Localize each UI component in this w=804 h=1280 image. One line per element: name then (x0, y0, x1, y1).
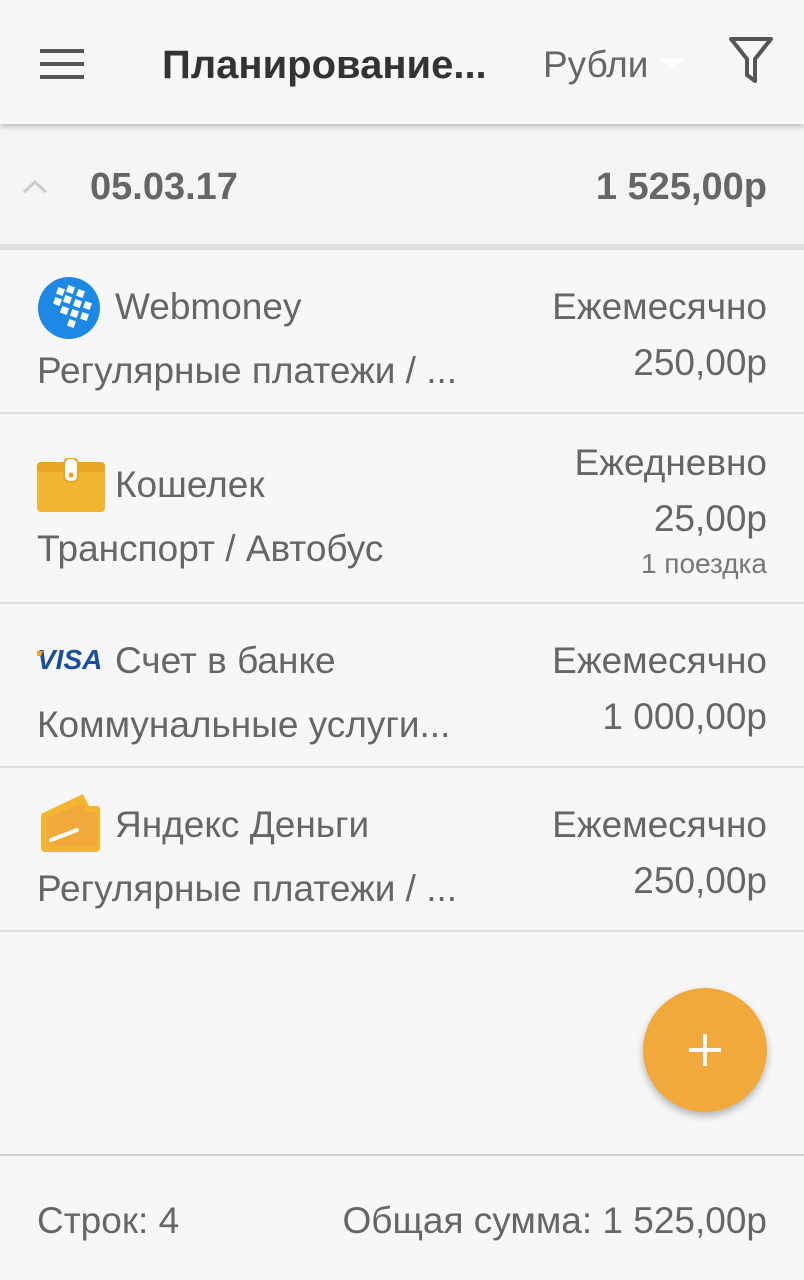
chevron-up-icon[interactable] (20, 172, 50, 202)
list-item[interactable]: Яндекс Деньги Регулярные платежи / ... Е… (0, 768, 804, 932)
svg-text:VISA: VISA (37, 644, 102, 675)
wallet-icon (37, 458, 105, 512)
date-group-header[interactable]: 05.03.17 1 525,00р (0, 128, 804, 250)
category-name: Транспорт / Автобус (37, 528, 384, 569)
trip-count-note: 1 поездка (640, 548, 767, 579)
page-title: Планирование... (162, 43, 487, 87)
currency-selector[interactable]: Рубли (543, 38, 685, 92)
period-label: Ежемесячно (552, 804, 767, 845)
webmoney-icon (38, 277, 100, 339)
amount-value: 1 000,00р (602, 696, 767, 737)
period-label: Ежедневно (574, 442, 767, 483)
account-name: Яндекс Деньги (115, 804, 370, 845)
group-date: 05.03.17 (90, 166, 238, 208)
summary-footer: Строк: 4 Общая сумма: 1 525,00р (0, 1154, 804, 1280)
group-total: 1 525,00р (595, 166, 767, 208)
category-name: Коммунальные услуги... (37, 704, 451, 745)
row-count: Строк: 4 (37, 1200, 180, 1241)
screen: Планирование... Рубли 05.03.17 1 525,00р (0, 0, 804, 1280)
amount-value: 25,00р (653, 498, 767, 539)
category-name: Регулярные платежи / ... (37, 868, 458, 909)
category-name: Регулярные платежи / ... (37, 350, 458, 391)
amount-value: 250,00р (633, 860, 767, 901)
period-label: Ежемесячно (552, 286, 767, 327)
account-name: Счет в банке (115, 640, 336, 681)
hamburger-menu-icon (40, 49, 84, 79)
add-button[interactable] (643, 988, 767, 1112)
plus-icon (689, 1034, 721, 1066)
account-name: Кошелек (115, 464, 265, 505)
list-item[interactable]: VISA Счет в банке Коммунальные услуги...… (0, 604, 804, 768)
account-name: Webmoney (115, 286, 302, 327)
payments-list: Webmoney Регулярные платежи / ... Ежемес… (0, 250, 804, 932)
menu-button[interactable] (28, 30, 96, 98)
yandex-money-icon (41, 794, 100, 852)
app-bar: Планирование... Рубли (0, 0, 804, 124)
dropdown-caret-icon (660, 59, 685, 71)
filter-button[interactable] (720, 30, 782, 92)
currency-label: Рубли (543, 44, 649, 85)
list-item[interactable]: Webmoney Регулярные платежи / ... Ежемес… (0, 250, 804, 414)
period-label: Ежемесячно (552, 640, 767, 681)
list-item[interactable]: Кошелек Транспорт / Автобус Ежедневно 25… (0, 414, 804, 604)
total-sum: Общая сумма: 1 525,00р (342, 1200, 767, 1241)
amount-value: 250,00р (633, 342, 767, 383)
filter-icon (729, 37, 773, 83)
visa-icon: VISA (37, 644, 102, 675)
